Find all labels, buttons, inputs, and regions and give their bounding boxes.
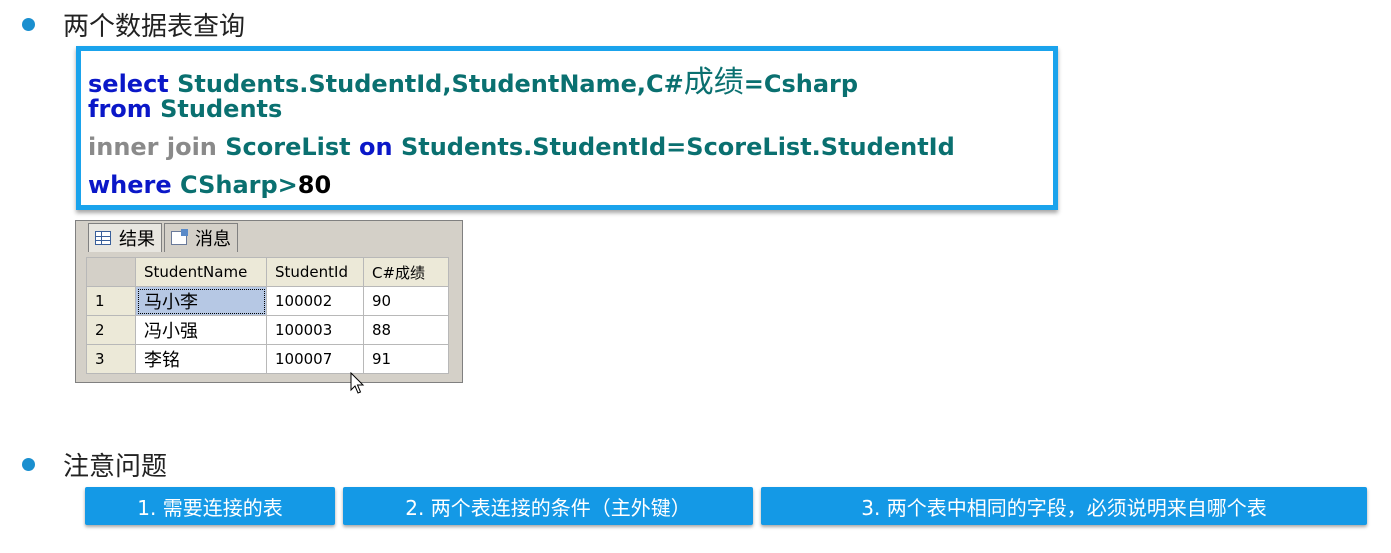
sql-identifier: Students.StudentId=ScoreList.StudentId bbox=[400, 133, 955, 161]
cell-student-id[interactable]: 100007 bbox=[266, 344, 364, 374]
section-title: 注意问题 bbox=[63, 452, 168, 482]
cell-student-id[interactable]: 100002 bbox=[266, 286, 364, 316]
results-table: StudentName StudentId C#成绩 1 马小李 100002 … bbox=[86, 257, 449, 374]
section-heading-row: 两个数据表查询 bbox=[22, 6, 245, 43]
note-box: 2. 两个表连接的条件（主外键） bbox=[343, 487, 753, 525]
results-tabs: 结果 消息 bbox=[88, 223, 240, 253]
table-grid-icon bbox=[95, 231, 111, 245]
table-row: 3 李铭 100007 91 bbox=[86, 344, 449, 374]
note-box: 1. 需要连接的表 bbox=[85, 487, 335, 525]
tab-label: 消息 bbox=[195, 229, 231, 250]
sql-identifier: Students.StudentId,StudentName,C# bbox=[177, 70, 684, 98]
bullet-dot-icon bbox=[22, 18, 35, 31]
sql-line-where: where CSharp>80 bbox=[88, 171, 331, 199]
tab-results[interactable]: 结果 bbox=[88, 223, 162, 252]
bullet-dot-icon bbox=[22, 458, 35, 471]
cell-score[interactable]: 90 bbox=[363, 286, 449, 316]
cell-student-name[interactable]: 马小李 bbox=[135, 286, 267, 316]
table-header-row: StudentName StudentId C#成绩 bbox=[86, 257, 449, 287]
sql-operator: > bbox=[277, 171, 298, 199]
sql-identifier: ScoreList bbox=[225, 133, 351, 161]
row-number[interactable]: 2 bbox=[86, 315, 136, 345]
row-number[interactable]: 3 bbox=[86, 344, 136, 374]
sql-keyword: where bbox=[88, 171, 172, 199]
column-header[interactable]: C#成绩 bbox=[363, 257, 449, 287]
sql-value: 80 bbox=[297, 171, 332, 199]
sql-keyword: inner join bbox=[88, 133, 217, 161]
row-number[interactable]: 1 bbox=[86, 286, 136, 316]
results-panel: 结果 消息 StudentName StudentId C#成绩 1 马小李 1… bbox=[75, 220, 463, 383]
section-heading-row: 注意问题 bbox=[22, 446, 167, 483]
message-icon bbox=[171, 229, 188, 245]
tab-messages[interactable]: 消息 bbox=[164, 223, 238, 252]
sql-identifier: CSharp bbox=[180, 171, 278, 199]
column-header[interactable]: StudentName bbox=[135, 257, 267, 287]
tab-label: 结果 bbox=[119, 229, 155, 250]
sql-keyword: from bbox=[88, 95, 152, 123]
sql-chinese-text: 成绩 bbox=[683, 65, 744, 100]
mouse-cursor-icon bbox=[350, 372, 365, 394]
sql-line-join: inner join ScoreList on Students.Student… bbox=[88, 133, 955, 161]
column-header[interactable]: StudentId bbox=[266, 257, 364, 287]
cell-student-name[interactable]: 冯小强 bbox=[135, 315, 267, 345]
cell-score[interactable]: 88 bbox=[363, 315, 449, 345]
table-row: 1 马小李 100002 90 bbox=[86, 286, 449, 316]
section-title: 两个数据表查询 bbox=[63, 12, 246, 42]
sql-code-box: select Students.StudentId,StudentName,C#… bbox=[76, 46, 1058, 210]
sql-line-from: from Students bbox=[88, 95, 282, 123]
cell-student-id[interactable]: 100003 bbox=[266, 315, 364, 345]
sql-identifier: Students bbox=[160, 95, 283, 123]
cell-score[interactable]: 91 bbox=[363, 344, 449, 374]
grid-corner[interactable] bbox=[86, 257, 136, 287]
note-box: 3. 两个表中相同的字段，必须说明来自哪个表 bbox=[761, 487, 1367, 525]
cell-student-name[interactable]: 李铭 bbox=[135, 344, 267, 374]
sql-keyword: select bbox=[88, 70, 169, 98]
table-row: 2 冯小强 100003 88 bbox=[86, 315, 449, 345]
notes-row: 1. 需要连接的表 2. 两个表连接的条件（主外键） 3. 两个表中相同的字段，… bbox=[85, 487, 1375, 525]
sql-keyword: on bbox=[359, 133, 393, 161]
sql-identifier: =Csharp bbox=[743, 70, 859, 98]
